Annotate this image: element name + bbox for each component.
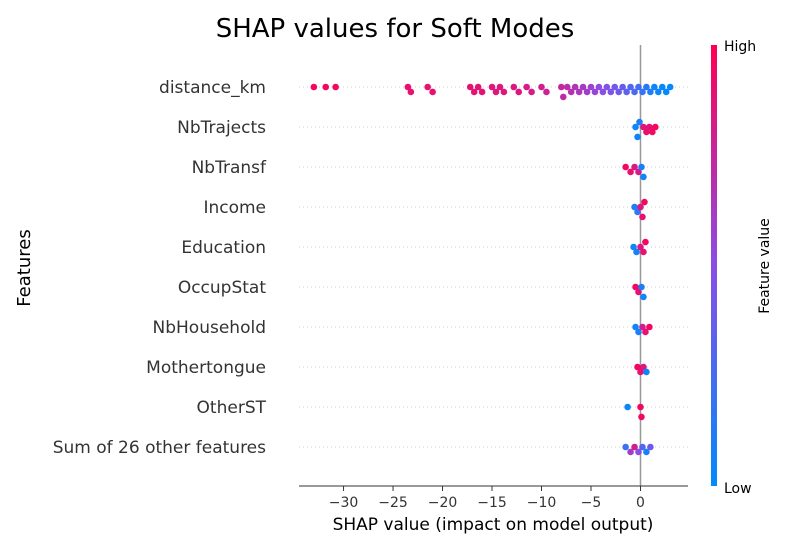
colorbar-title: Feature value [757, 218, 773, 314]
shap-point [538, 83, 545, 91]
shap-point [543, 88, 550, 96]
shap-point [510, 83, 518, 91]
shap-point [642, 238, 649, 246]
shap-point [666, 83, 674, 91]
shap-point [637, 403, 644, 411]
shap-point [640, 293, 647, 301]
shap-point [559, 93, 567, 101]
shap-chart: SHAP values for Soft Modes distance_km Nb… [14, 14, 773, 535]
feature-label: Income [203, 198, 266, 218]
feature-label: OccupStat [178, 278, 267, 298]
shap-point [646, 323, 653, 331]
shap-point [640, 248, 647, 256]
feature-label: Sum of 26 other features [53, 438, 266, 458]
x-tick-label: −10 [527, 495, 557, 511]
shap-point [478, 88, 486, 96]
shap-point [641, 198, 648, 206]
x-axis-label: SHAP value (impact on model output) [333, 515, 654, 535]
shap-point [429, 88, 436, 96]
shap-point [500, 88, 508, 96]
x-tick-label: −5 [581, 495, 602, 511]
colorbar-high-label: High [724, 39, 756, 55]
shap-point [322, 83, 330, 91]
x-tick-label: −20 [428, 495, 458, 511]
shap-points [310, 83, 674, 456]
colorbar-low-label: Low [724, 481, 752, 497]
shap-point [515, 88, 523, 96]
shap-point [310, 83, 318, 91]
shap-point [622, 443, 629, 451]
shap-point [638, 283, 645, 291]
shap-point [528, 88, 535, 96]
x-ticks: −30 −25 −20 −15 −10 −5 0 [329, 486, 645, 511]
shap-point [652, 123, 659, 131]
x-tick-label: −25 [378, 495, 408, 511]
shap-point [634, 133, 641, 141]
shap-point [638, 163, 645, 171]
shap-point [639, 213, 646, 221]
feature-label: NbTrajects [177, 118, 266, 138]
shap-point [624, 403, 631, 411]
feature-label: distance_km [159, 78, 266, 98]
feature-label: Mothertongue [146, 358, 266, 378]
shap-point [424, 83, 431, 91]
shap-point [558, 83, 565, 91]
colorbar [711, 45, 717, 486]
feature-labels: distance_km NbTrajects NbTransf Income Educa… [53, 78, 267, 458]
shap-point [622, 163, 629, 171]
x-tick-label: −15 [477, 495, 507, 511]
chart-title: SHAP values for Soft Modes [216, 14, 575, 44]
shap-point [643, 368, 650, 376]
shap-point [332, 83, 339, 91]
shap-point [407, 88, 415, 96]
shap-point [640, 173, 647, 181]
x-tick-label: −30 [329, 495, 359, 511]
shap-point [647, 443, 654, 451]
feature-label: Education [181, 238, 266, 258]
x-tick-label: 0 [636, 495, 645, 511]
feature-label: NbHousehold [153, 318, 266, 338]
feature-label: OtherST [197, 398, 267, 418]
shap-point [638, 413, 645, 421]
shap-point [523, 83, 530, 91]
row-gridlines [299, 86, 688, 448]
y-axis-label: Features [14, 229, 35, 306]
feature-label: NbTransf [192, 158, 267, 178]
